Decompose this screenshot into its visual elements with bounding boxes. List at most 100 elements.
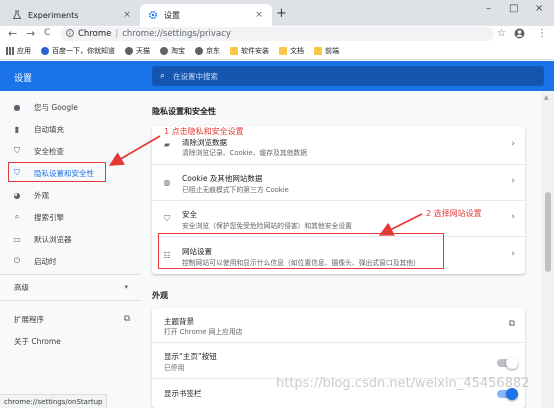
trash-icon: ▰	[163, 140, 171, 149]
row-title: 安全	[182, 210, 197, 219]
chevron-down-icon: ▾	[124, 283, 128, 291]
toggle-knob	[506, 357, 518, 369]
reload-icon[interactable]: C	[44, 28, 50, 38]
person-icon: ●	[13, 102, 21, 112]
row-subtitle: 已停用	[164, 364, 185, 372]
tab-title: Experiments	[28, 10, 79, 20]
maximize-icon[interactable]: □	[509, 3, 518, 14]
status-url: chrome://settings/onStartup	[4, 397, 103, 406]
tab-title: 设置	[164, 10, 180, 20]
sidebar-divider	[0, 274, 140, 275]
bookmark-folder-frontend[interactable]: 前端	[314, 46, 339, 56]
page-title: 设置	[14, 74, 33, 84]
status-bar: chrome://settings/onStartup	[0, 394, 108, 408]
settings-search-input[interactable]: ⌕ 在设置中搜索	[152, 66, 544, 86]
external-link-icon: ⧉	[123, 314, 130, 324]
external-link-icon: ⧉	[508, 319, 515, 329]
baidu-paw-icon	[41, 46, 49, 55]
chevron-right-icon: ›	[511, 139, 515, 149]
experiments-icon	[12, 10, 22, 20]
search-icon: ⌕	[160, 71, 166, 81]
globe-icon	[125, 46, 133, 55]
row-subtitle: 打开 Chrome 网上应用店	[164, 328, 243, 336]
appearance-card: 主题背景 打开 Chrome 网上应用店 ⧉ 显示“主页”按钮 已停用 显示书签…	[152, 308, 525, 408]
sidebar-item-default-browser[interactable]: ▭ 默认浏览器	[0, 230, 144, 248]
profile-avatar-icon[interactable]	[514, 28, 525, 42]
privacy-highlight-box	[8, 162, 106, 182]
row-title: 显示“主页”按钮	[164, 352, 217, 361]
row-title: Cookie 及其他网站数据	[182, 174, 263, 183]
sidebar-item-appearance[interactable]: ◕ 外观	[0, 186, 144, 204]
sidebar-item-autofill[interactable]: ▮ 自动填充	[0, 120, 144, 138]
sidebar-item-advanced[interactable]: 高级 ▾	[0, 278, 144, 296]
page-scrollbar[interactable]: ▲	[542, 92, 554, 408]
row-subtitle: 安全浏览（保护您免受危险网站的侵害）和其他安全设置	[182, 222, 352, 230]
search-placeholder: 在设置中搜索	[173, 71, 219, 81]
shield-icon: ⛉	[164, 214, 170, 223]
sidebar-item-search-engine[interactable]: ⌕ 搜索引擎	[0, 208, 144, 226]
url-host: Chrome	[78, 29, 112, 39]
appearance-section-title: 外观	[152, 291, 168, 300]
cookie-icon: ◍	[163, 178, 171, 187]
step2-annotation: 2 选择网站设置	[426, 209, 482, 218]
site-settings-highlight-box	[158, 233, 444, 269]
bookmarks-bar: 应用 百度一下，你就知道 天猫 淘宝 京东 软件安装 文档 前端	[0, 42, 554, 60]
sidebar-item-safety-check[interactable]: ⛉ 安全检查	[0, 142, 144, 160]
back-icon[interactable]: ←	[8, 27, 17, 40]
folder-icon	[279, 46, 287, 55]
step1-annotation: 1 点击隐私和安全设置	[164, 127, 244, 136]
home-button-toggle[interactable]	[497, 357, 518, 369]
power-icon: ⏻	[13, 256, 21, 265]
browser-icon: ▭	[13, 234, 21, 244]
search-icon: ⌕	[14, 212, 20, 221]
sidebar: ● 您与 Google ▮ 自动填充 ⛉ 安全检查 ⛉ 隐私设置和安全性 ◕ 外观 ⌕ 搜索…	[0, 92, 144, 392]
theme-row[interactable]: 主题背景 打开 Chrome 网上应用店 ⧉	[152, 308, 525, 342]
sidebar-item-on-startup[interactable]: ⏻ 启动时	[0, 252, 144, 270]
row-subtitle: 已阻止无痕模式下的第三方 Cookie	[182, 186, 289, 194]
globe-icon	[195, 46, 203, 55]
scroll-up-icon[interactable]: ▲	[544, 94, 549, 101]
tab-experiments[interactable]: Experiments ×	[4, 4, 140, 26]
palette-icon: ◕	[13, 190, 21, 200]
tab-close-icon[interactable]: ×	[254, 10, 264, 20]
info-icon	[66, 28, 74, 40]
privacy-section-title: 隐私设置和安全性	[152, 107, 216, 116]
tab-close-icon[interactable]: ×	[122, 10, 132, 20]
bookmark-taobao[interactable]: 淘宝	[160, 46, 185, 56]
url-path: chrome://settings/privacy	[122, 29, 231, 39]
bookmark-tmall[interactable]: 天猫	[125, 46, 150, 56]
folder-icon	[230, 46, 238, 55]
toolbar: ← → C Chrome | chrome://settings/privacy…	[0, 26, 554, 42]
sidebar-item-you-and-google[interactable]: ● 您与 Google	[0, 98, 144, 116]
bookmark-folder-software[interactable]: 软件安装	[230, 46, 269, 56]
apps-grid-icon	[6, 46, 14, 55]
bookmark-folder-docs[interactable]: 文档	[279, 46, 304, 56]
settings-header: 设置 ⌕ 在设置中搜索	[0, 61, 554, 91]
scroll-thumb[interactable]	[545, 192, 551, 272]
bookmark-baidu[interactable]: 百度一下，你就知道	[41, 46, 115, 56]
menu-icon[interactable]: ⋮	[537, 28, 547, 39]
home-button-row: 显示“主页”按钮 已停用	[152, 342, 525, 378]
window-close-icon[interactable]: ×	[535, 3, 543, 14]
sidebar-item-about-chrome[interactable]: 关于 Chrome	[0, 332, 144, 350]
minimize-icon[interactable]: –	[486, 3, 491, 14]
bookmarks-bar-toggle[interactable]	[497, 388, 518, 400]
sidebar-divider	[0, 300, 140, 301]
url-separator: |	[115, 29, 119, 39]
globe-icon	[160, 46, 168, 55]
clipboard-icon: ▮	[14, 124, 20, 134]
forward-icon[interactable]: →	[26, 27, 35, 40]
tab-settings[interactable]: 设置 ×	[140, 4, 272, 26]
bookmark-jd[interactable]: 京东	[195, 46, 220, 56]
bookmark-star-icon[interactable]: ☆	[497, 28, 506, 39]
chevron-right-icon: ›	[511, 249, 515, 259]
bookmark-apps[interactable]: 应用	[6, 46, 31, 56]
folder-icon	[314, 46, 322, 55]
row-subtitle: 清除浏览记录、Cookie、缓存及其他数据	[182, 149, 308, 157]
chevron-right-icon: ›	[511, 212, 515, 222]
sidebar-item-extensions[interactable]: 扩展程序 ⧉	[0, 310, 144, 328]
address-bar[interactable]: Chrome | chrome://settings/privacy	[60, 27, 494, 41]
cookies-row[interactable]: ◍ Cookie 及其他网站数据 已阻止无痕模式下的第三方 Cookie ›	[152, 164, 525, 200]
new-tab-button[interactable]: +	[276, 6, 287, 21]
watermark: https://blog.csdn.net/weixin_45456882	[276, 376, 530, 391]
